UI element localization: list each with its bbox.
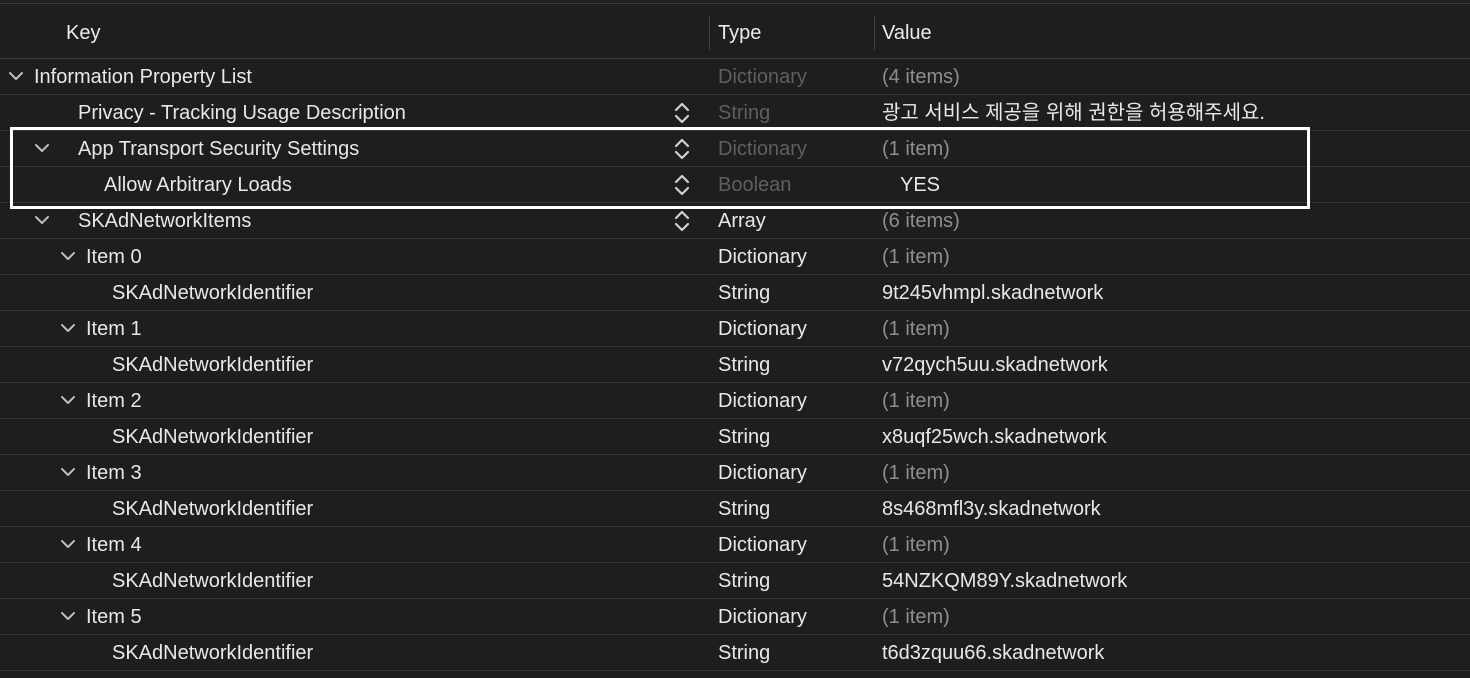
row-type[interactable]: Dictionary [718,317,807,341]
row-type[interactable]: String [718,641,770,665]
plist-row-item-3[interactable]: Item 3 Dictionary (1 item) [0,455,1470,491]
type-column-header[interactable]: Type [718,21,761,45]
up-down-stepper-icon[interactable] [673,136,691,162]
chevron-down-icon[interactable] [59,319,77,337]
row-type: Dictionary [718,66,807,88]
row-type[interactable]: Dictionary [718,461,807,485]
row-value: (1 item) [882,462,950,484]
row-type[interactable]: String [718,425,770,449]
value-column-header[interactable]: Value [882,21,932,45]
row-value[interactable]: YES [900,173,940,197]
row-key[interactable]: Item 3 [86,461,142,485]
row-key[interactable]: Item 4 [86,533,142,557]
row-type[interactable]: Dictionary [718,605,807,629]
row-value[interactable]: 9t245vhmpl.skadnetwork [882,281,1103,305]
row-type[interactable]: Array [718,209,766,233]
row-value: (1 item) [882,534,950,556]
row-key[interactable]: Allow Arbitrary Loads [104,173,292,197]
column-separator[interactable] [709,16,710,50]
up-down-stepper-icon[interactable] [673,172,691,198]
row-value: (6 items) [882,210,960,232]
row-key[interactable]: Item 2 [86,389,142,413]
plist-row-identifier[interactable]: SKAdNetworkIdentifier String 9t245vhmpl.… [0,275,1470,311]
row-value: (1 item) [882,390,950,412]
row-value[interactable]: 8s468mfl3y.skadnetwork [882,497,1101,521]
row-type[interactable]: Dictionary [718,389,807,413]
up-down-stepper-icon[interactable] [673,100,691,126]
row-key[interactable]: Item 5 [86,605,142,629]
row-value: (1 item) [882,318,950,340]
plist-row-item-5[interactable]: Item 5 Dictionary (1 item) [0,599,1470,635]
row-value[interactable]: 광고 서비스 제공을 위해 권한을 허용해주세요. [882,101,1265,125]
plist-row-identifier[interactable]: SKAdNetworkIdentifier String x8uqf25wch.… [0,419,1470,455]
row-type[interactable]: String [718,101,770,125]
plist-row-identifier[interactable]: SKAdNetworkIdentifier String 8s468mfl3y.… [0,491,1470,527]
row-type[interactable]: Dictionary [718,533,807,557]
plist-editor: Key Type Value Information Property List… [0,0,1470,678]
row-key[interactable]: SKAdNetworkIdentifier [112,569,313,593]
row-key[interactable]: Privacy - Tracking Usage Description [78,101,406,125]
row-value: (1 item) [882,606,950,628]
plist-row-item-1[interactable]: Item 1 Dictionary (1 item) [0,311,1470,347]
row-type[interactable]: String [718,353,770,377]
row-key[interactable]: SKAdNetworkIdentifier [112,425,313,449]
plist-row-item-4[interactable]: Item 4 Dictionary (1 item) [0,527,1470,563]
plist-row-item-0[interactable]: Item 0 Dictionary (1 item) [0,239,1470,275]
up-down-stepper-icon[interactable] [673,208,691,234]
plist-row-allow-arbitrary-loads[interactable]: Allow Arbitrary Loads Boolean YES [0,167,1470,203]
plist-row-identifier[interactable]: SKAdNetworkIdentifier String t6d3zquu66.… [0,635,1470,671]
row-value: (4 items) [882,66,960,88]
row-type[interactable]: String [718,497,770,521]
chevron-down-icon[interactable] [59,463,77,481]
row-value: (1 item) [882,138,950,160]
row-type[interactable]: Boolean [718,173,791,197]
row-type[interactable]: String [718,569,770,593]
column-header: Key Type Value [0,4,1470,59]
chevron-down-icon[interactable] [33,139,51,157]
plist-row-skadnetwork-items[interactable]: SKAdNetworkItems Array (6 items) [0,203,1470,239]
chevron-down-icon[interactable] [33,211,51,229]
row-key[interactable]: SKAdNetworkIdentifier [112,353,313,377]
row-value[interactable]: 54NZKQM89Y.skadnetwork [882,569,1127,593]
column-separator[interactable] [874,16,875,50]
plist-row-ats-settings[interactable]: App Transport Security Settings Dictiona… [0,131,1470,167]
row-key[interactable]: SKAdNetworkIdentifier [112,497,313,521]
row-value[interactable]: v72qych5uu.skadnetwork [882,353,1108,377]
plist-row-root[interactable]: Information Property List Dictionary (4 … [0,59,1470,95]
row-key[interactable]: Information Property List [34,65,252,89]
row-key[interactable]: App Transport Security Settings [78,137,359,161]
plist-row-item-2[interactable]: Item 2 Dictionary (1 item) [0,383,1470,419]
chevron-down-icon[interactable] [59,247,77,265]
chevron-down-icon[interactable] [7,67,25,85]
plist-row-privacy-tracking[interactable]: Privacy - Tracking Usage Description Str… [0,95,1470,131]
plist-rows: Information Property List Dictionary (4 … [0,59,1470,671]
row-value: (1 item) [882,246,950,268]
plist-row-identifier[interactable]: SKAdNetworkIdentifier String 54NZKQM89Y.… [0,563,1470,599]
row-value[interactable]: t6d3zquu66.skadnetwork [882,641,1104,665]
row-key[interactable]: SKAdNetworkItems [78,209,251,233]
row-type[interactable]: String [718,281,770,305]
chevron-down-icon[interactable] [59,607,77,625]
row-type[interactable]: Dictionary [718,137,807,161]
chevron-down-icon[interactable] [59,535,77,553]
row-type[interactable]: Dictionary [718,245,807,269]
row-key[interactable]: Item 1 [86,317,142,341]
chevron-down-icon[interactable] [59,391,77,409]
row-key[interactable]: SKAdNetworkIdentifier [112,641,313,665]
plist-row-identifier[interactable]: SKAdNetworkIdentifier String v72qych5uu.… [0,347,1470,383]
row-key[interactable]: Item 0 [86,245,142,269]
row-value[interactable]: x8uqf25wch.skadnetwork [882,425,1107,449]
row-key[interactable]: SKAdNetworkIdentifier [112,281,313,305]
key-column-header[interactable]: Key [66,21,100,45]
